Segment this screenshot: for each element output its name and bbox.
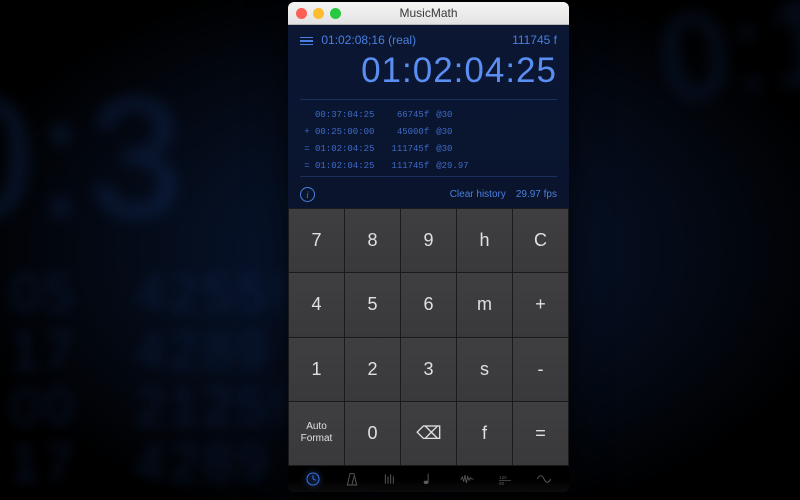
key-0[interactable]: 0 [345, 402, 400, 465]
display-panel: 01:02:08;16 (real) 111745 f 01:02:04:25 … [288, 25, 569, 208]
history-row: =01:02:04:25111745f@30 [302, 142, 470, 157]
info-button[interactable]: i [300, 187, 315, 202]
key-9[interactable]: 9 [401, 209, 456, 272]
window-minimize-button[interactable] [313, 8, 324, 19]
window-close-button[interactable] [296, 8, 307, 19]
mode-sine[interactable] [533, 468, 555, 490]
key-4[interactable]: 4 [289, 273, 344, 336]
mode-bars[interactable] [379, 468, 401, 490]
main-timecode: 01:02:04:25 [300, 51, 557, 91]
history-row: +00:25:00:0045000f@30 [302, 125, 470, 140]
key-[interactable]: + [513, 273, 568, 336]
divider [300, 99, 557, 100]
history-list: 00:37:04:2566745f@30 +00:25:00:0045000f@3… [300, 106, 557, 176]
svg-text:120: 120 [499, 475, 507, 480]
key-6[interactable]: 6 [401, 273, 456, 336]
frame-count: 111745 f [512, 33, 557, 47]
key-auto-format[interactable]: AutoFormat [289, 402, 344, 465]
svg-text:80: 80 [499, 481, 505, 486]
key-8[interactable]: 8 [345, 209, 400, 272]
history-row: 00:37:04:2566745f@30 [302, 108, 470, 123]
titlebar: MusicMath [288, 2, 569, 25]
key--[interactable]: - [513, 338, 568, 401]
key-s[interactable]: s [457, 338, 512, 401]
key-m[interactable]: m [457, 273, 512, 336]
menu-icon [300, 35, 313, 48]
window-maximize-button[interactable] [330, 8, 341, 19]
key-1[interactable]: 1 [289, 338, 344, 401]
history-row: =01:02:04:25111745f@29.97 [302, 159, 470, 174]
fps-selector[interactable]: 29.97 fps [516, 189, 557, 200]
app-window: MusicMath 01:02:08;16 (real) 111745 f 01… [288, 2, 569, 492]
format-menu[interactable]: 01:02:08;16 (real) [300, 33, 416, 47]
mode-levels[interactable]: 12080 [494, 468, 516, 490]
key-h[interactable]: h [457, 209, 512, 272]
mode-toolbar: 12080 [288, 466, 569, 492]
key-f[interactable]: f [457, 402, 512, 465]
mode-metronome[interactable] [341, 468, 363, 490]
key-3[interactable]: 3 [401, 338, 456, 401]
keypad: 789hC 456m+123s- AutoFormat0⌫f= [288, 208, 569, 466]
mode-note[interactable] [417, 468, 439, 490]
divider [300, 176, 557, 177]
key-[interactable]: = [513, 402, 568, 465]
mode-timecode[interactable] [302, 468, 324, 490]
key-c[interactable]: C [513, 209, 568, 272]
key-5[interactable]: 5 [345, 273, 400, 336]
mode-waveform[interactable] [456, 468, 478, 490]
real-time-label: 01:02:08;16 (real) [321, 33, 416, 47]
key-2[interactable]: 2 [345, 338, 400, 401]
key-[interactable]: ⌫ [401, 402, 456, 465]
key-7[interactable]: 7 [289, 209, 344, 272]
clear-history-button[interactable]: Clear history [450, 189, 506, 200]
